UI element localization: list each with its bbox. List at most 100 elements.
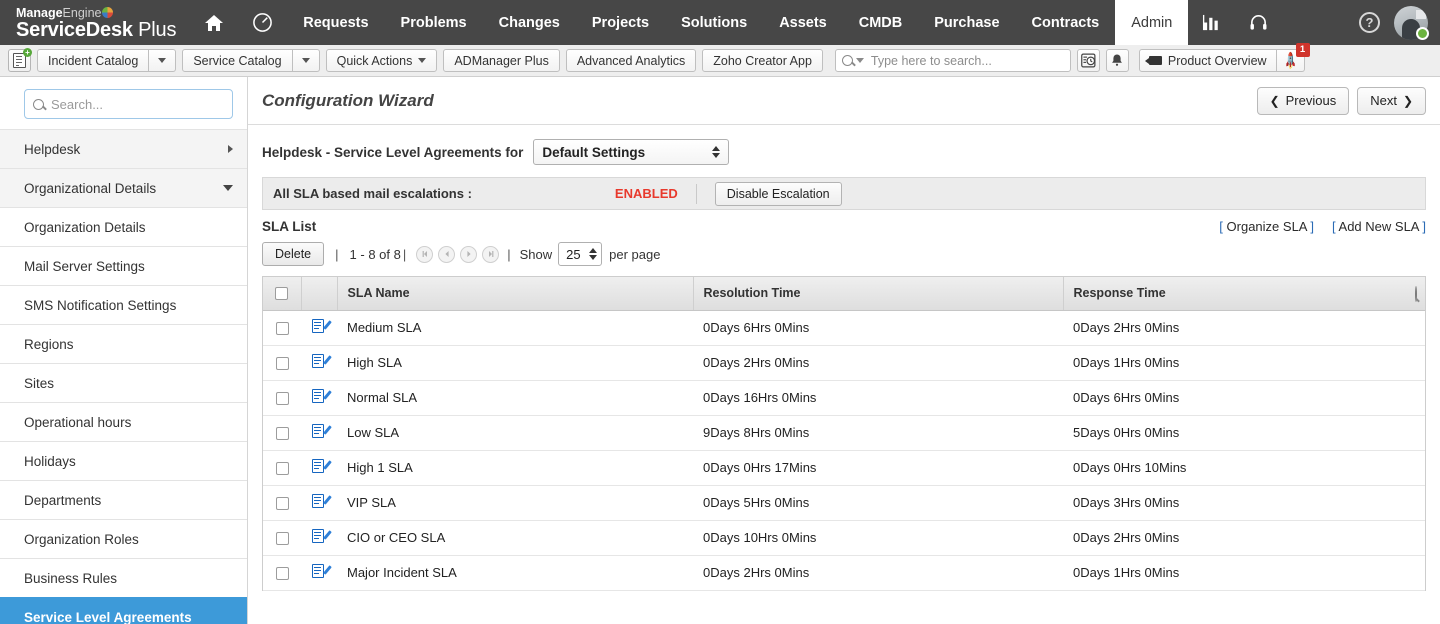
nav-projects[interactable]: Projects (576, 0, 665, 45)
quick-actions-button[interactable]: Quick Actions (326, 49, 438, 72)
column-resolution-time[interactable]: Resolution Time (693, 277, 1063, 310)
quick-actions-label: Quick Actions (337, 54, 413, 68)
user-avatar-menu[interactable] (1394, 6, 1428, 40)
advanced-analytics-button[interactable]: Advanced Analytics (566, 49, 696, 72)
column-response-time[interactable]: Response Time (1063, 277, 1425, 310)
service-catalog-dropdown[interactable] (293, 49, 320, 72)
row-checkbox[interactable] (276, 462, 289, 475)
sidebar-item-organization-roles[interactable]: Organization Roles (0, 519, 247, 558)
disable-escalation-button[interactable]: Disable Escalation (715, 182, 842, 206)
table-row[interactable]: High SLA 0Days 2Hrs 0Mins 0Days 1Hrs 0Mi… (263, 345, 1425, 380)
admanager-plus-button[interactable]: ADManager Plus (443, 49, 560, 72)
scope-select[interactable]: Default Settings (533, 139, 729, 165)
sidebar-item-departments[interactable]: Departments (0, 480, 247, 519)
table-row[interactable]: CIO or CEO SLA 0Days 10Hrs 0Mins 0Days 2… (263, 520, 1425, 555)
sidebar-group-label: Organizational Details (24, 181, 156, 196)
table-row[interactable]: High 1 SLA 0Days 0Hrs 17Mins 0Days 0Hrs … (263, 450, 1425, 485)
table-row[interactable]: Major Incident SLA 0Days 2Hrs 0Mins 0Day… (263, 555, 1425, 590)
next-button[interactable]: Next ❯ (1357, 87, 1426, 115)
sidebar-search[interactable] (24, 89, 233, 119)
row-checkbox[interactable] (276, 392, 289, 405)
previous-page-button[interactable] (438, 246, 455, 263)
edit-icon[interactable] (312, 564, 327, 579)
next-page-button[interactable] (460, 246, 477, 263)
nav-assets[interactable]: Assets (763, 0, 843, 45)
recent-items-button[interactable] (1077, 49, 1100, 72)
next-label: Next (1370, 93, 1397, 108)
table-row[interactable]: Low SLA 9Days 8Hrs 0Mins 5Days 0Hrs 0Min… (263, 415, 1425, 450)
table-row[interactable]: VIP SLA 0Days 5Hrs 0Mins 0Days 3Hrs 0Min… (263, 485, 1425, 520)
new-request-button[interactable]: + (8, 49, 31, 72)
nav-changes[interactable]: Changes (483, 0, 576, 45)
service-catalog-label[interactable]: Service Catalog (182, 49, 292, 72)
whats-new-badge: 1 (1296, 43, 1310, 57)
edit-icon[interactable] (312, 389, 327, 404)
sidebar-item-organization-details[interactable]: Organization Details (0, 207, 247, 246)
sla-table-container: SLA Name Resolution Time Response Time M… (262, 276, 1426, 591)
product-logo[interactable]: ManageEngine ServiceDesk Plus (0, 0, 190, 45)
nav-home[interactable] (190, 0, 238, 45)
row-checkbox[interactable] (276, 427, 289, 440)
edit-icon[interactable] (312, 459, 327, 474)
search-scope-chevron-icon[interactable] (856, 58, 864, 63)
edit-icon[interactable] (312, 529, 327, 544)
product-overview-button[interactable]: Product Overview (1139, 49, 1277, 72)
column-search-button[interactable] (1415, 287, 1417, 301)
sidebar-item-mail-server-settings[interactable]: Mail Server Settings (0, 246, 247, 285)
sidebar-item-service-level-agreements[interactable]: Service Level Agreements (0, 597, 247, 624)
organize-sla-link[interactable]: [ Organize SLA ] (1219, 219, 1314, 234)
row-checkbox[interactable] (276, 357, 289, 370)
nav-contracts[interactable]: Contracts (1016, 0, 1116, 45)
sidebar-item-operational-hours[interactable]: Operational hours (0, 402, 247, 441)
nav-solutions[interactable]: Solutions (665, 0, 763, 45)
select-all-checkbox[interactable] (275, 287, 288, 300)
first-page-button[interactable] (416, 246, 433, 263)
sidebar-item-sites[interactable]: Sites (0, 363, 247, 402)
row-checkbox[interactable] (276, 322, 289, 335)
table-row[interactable]: Normal SLA 0Days 16Hrs 0Mins 0Days 6Hrs … (263, 380, 1425, 415)
incident-catalog-label[interactable]: Incident Catalog (37, 49, 149, 72)
cell-sla-name: High 1 SLA (337, 450, 693, 485)
nav-reports[interactable] (1188, 0, 1235, 45)
sidebar-item-sms-notification-settings[interactable]: SMS Notification Settings (0, 285, 247, 324)
chevron-down-icon (418, 58, 426, 63)
nav-purchase[interactable]: Purchase (918, 0, 1015, 45)
add-new-sla-link[interactable]: [ Add New SLA ] (1332, 219, 1426, 234)
last-page-button[interactable] (482, 246, 499, 263)
edit-icon[interactable] (312, 319, 327, 334)
sidebar-group-helpdesk[interactable]: Helpdesk (0, 129, 247, 168)
search-input[interactable] (864, 54, 1064, 68)
sidebar-search-input[interactable] (44, 97, 227, 112)
edit-icon[interactable] (312, 424, 327, 439)
delete-button[interactable]: Delete (262, 242, 324, 266)
cell-response-time: 0Days 1Hrs 0Mins (1063, 345, 1425, 380)
sidebar-item-holidays[interactable]: Holidays (0, 441, 247, 480)
edit-icon[interactable] (312, 494, 327, 509)
nav-admin[interactable]: Admin (1115, 0, 1188, 45)
service-catalog-button[interactable]: Service Catalog (182, 49, 319, 72)
column-sla-name[interactable]: SLA Name (337, 277, 693, 310)
incident-catalog-dropdown[interactable] (149, 49, 176, 72)
nav-dashboard[interactable] (238, 0, 287, 45)
sidebar-item-regions[interactable]: Regions (0, 324, 247, 363)
global-search[interactable] (835, 49, 1071, 72)
previous-button[interactable]: ❮ Previous (1257, 87, 1350, 115)
row-checkbox[interactable] (276, 567, 289, 580)
nav-requests[interactable]: Requests (287, 0, 384, 45)
help-icon[interactable]: ? (1359, 12, 1380, 33)
nav-support[interactable] (1235, 0, 1282, 45)
sidebar-item-business-rules[interactable]: Business Rules (0, 558, 247, 597)
row-checkbox[interactable] (276, 532, 289, 545)
zoho-creator-app-button[interactable]: Zoho Creator App (702, 49, 823, 72)
nav-problems[interactable]: Problems (385, 0, 483, 45)
row-checkbox[interactable] (276, 497, 289, 510)
select-spinner-icon (712, 146, 720, 158)
sidebar-group-organizational-details[interactable]: Organizational Details (0, 168, 247, 207)
notifications-button[interactable] (1106, 49, 1129, 72)
list-toolbar: Delete | 1 - 8 of 8 | | Show (262, 242, 1426, 266)
incident-catalog-button[interactable]: Incident Catalog (37, 49, 176, 72)
edit-icon[interactable] (312, 354, 327, 369)
nav-cmdb[interactable]: CMDB (843, 0, 919, 45)
page-size-select[interactable]: 25 (558, 242, 602, 266)
table-row[interactable]: Medium SLA 0Days 6Hrs 0Mins 0Days 2Hrs 0… (263, 310, 1425, 345)
